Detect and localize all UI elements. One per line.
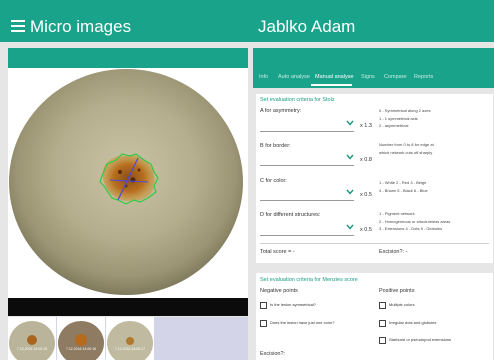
thumbnail-strip: 7.12.2016 14:00:15 7.12.2016 14:00:16 7.…: [8, 317, 248, 360]
tab-manual-analyse[interactable]: Manual analyse: [315, 74, 354, 80]
menzies-title: Set evaluation criteria for Menzies scor…: [260, 277, 358, 283]
criterion-c-hint: 1 - White 2 - Red 3 - Beige 4 - Brown 5 …: [379, 180, 428, 193]
criterion-d-select[interactable]: [260, 222, 354, 236]
chevron-down-icon: [346, 224, 354, 230]
tab-compare[interactable]: Compare: [384, 74, 407, 80]
active-tab-indicator: [311, 84, 352, 86]
tab-info[interactable]: Info: [259, 74, 268, 80]
criterion-c-factor: x 0.5: [360, 192, 372, 198]
stolz-total-score: Total score = -: [260, 249, 295, 255]
positive-item-starburst[interactable]: Starburst or pseudopod extensions: [379, 336, 491, 344]
criterion-b-factor: x 0.8: [360, 157, 372, 163]
thumbnail-label: 7.12.2016 14:00:16: [65, 347, 97, 351]
dermoscopy-image: [9, 69, 243, 295]
positive-item-label: Starburst or pseudopod extensions: [389, 337, 452, 342]
viewer-header-bar: [8, 48, 248, 68]
tab-signs[interactable]: Signs: [361, 74, 375, 80]
dermoscopy-viewer[interactable]: [8, 68, 248, 298]
criterion-d-hint: 1 - Pigment network 2 - Homogeneous or s…: [379, 211, 451, 231]
thumbnail-3[interactable]: 7.12.2016 14:00:17: [106, 317, 154, 360]
menzies-criteria-card: Set evaluation criteria for Menzies scor…: [256, 273, 493, 360]
checkbox-icon[interactable]: [379, 302, 386, 309]
viewer-footer-bar: [8, 298, 248, 316]
app-title: Micro images: [30, 17, 132, 36]
thumbnail-1[interactable]: 7.12.2016 14:00:15: [8, 317, 56, 360]
negative-item-label: Does the lesion have just one color?: [270, 320, 335, 325]
menzies-excision: Excision?:: [260, 351, 286, 357]
positive-item-label: Multiple colors: [389, 302, 415, 307]
criterion-b-hint: Number from 0 to 8 for edge at which net…: [379, 142, 434, 155]
checkbox-icon[interactable]: [260, 320, 267, 327]
analysis-tabs: Info Auto analyse Manual analyse Signs C…: [253, 48, 494, 88]
criterion-c-label: C for color:: [260, 178, 287, 184]
stolz-criteria-card: Set evaluation criteria for Stolz A for …: [256, 94, 493, 263]
positive-item-multiple-colors[interactable]: Multiple colors: [379, 301, 491, 309]
tab-auto-analyse[interactable]: Auto analyse: [278, 74, 310, 80]
checkbox-icon[interactable]: [260, 302, 267, 309]
chevron-down-icon: [346, 189, 354, 195]
checkbox-icon[interactable]: [379, 320, 386, 327]
stolz-excision: Excision?: -: [379, 249, 408, 255]
hamburger-icon[interactable]: [11, 20, 25, 32]
top-app-bar: Micro images Jablko Adam: [0, 0, 494, 42]
stolz-title: Set evaluation criteria for Stolz: [260, 97, 335, 103]
negative-points-header: Negative points: [260, 288, 298, 294]
criterion-a-select[interactable]: [260, 118, 354, 132]
criterion-c-select[interactable]: [260, 187, 354, 201]
checkbox-icon[interactable]: [379, 337, 386, 344]
negative-item-label: Is the lesion symmetrical?: [270, 302, 317, 307]
image-viewer-panel: [8, 48, 248, 316]
chevron-down-icon: [346, 154, 354, 160]
positive-points-header: Positive points: [379, 288, 415, 294]
positive-item-irregular-dots[interactable]: Irregular dots and globules: [379, 319, 491, 327]
criterion-b-label: B for border:: [260, 143, 291, 149]
chevron-down-icon: [346, 120, 354, 126]
criterion-d-label: D for different structures:: [260, 212, 321, 218]
negative-item-one-color[interactable]: Does the lesion have just one color?: [260, 319, 372, 327]
patient-name: Jablko Adam: [258, 17, 356, 36]
stolz-divider: [260, 243, 489, 244]
tab-reports[interactable]: Reports: [414, 74, 433, 80]
criterion-d-factor: x 0.5: [360, 227, 372, 233]
criterion-a-factor: x 1.3: [360, 123, 372, 129]
thumbnail-2[interactable]: 7.12.2016 14:00:16: [57, 317, 105, 360]
thumbnail-label: 7.12.2016 14:00:17: [114, 347, 146, 351]
criterion-a-label: A for asymmetry:: [260, 108, 302, 114]
analysis-panel: Info Auto analyse Manual analyse Signs C…: [253, 48, 494, 360]
thumbnail-label: 7.12.2016 14:00:15: [16, 347, 48, 351]
criterion-b-select[interactable]: [260, 152, 354, 166]
negative-item-symmetrical[interactable]: Is the lesion symmetrical?: [260, 301, 372, 309]
positive-item-label: Irregular dots and globules: [389, 320, 437, 325]
criterion-a-hint: 0 - Symmetrical along 2 axes 1 - 1 symme…: [379, 108, 431, 128]
